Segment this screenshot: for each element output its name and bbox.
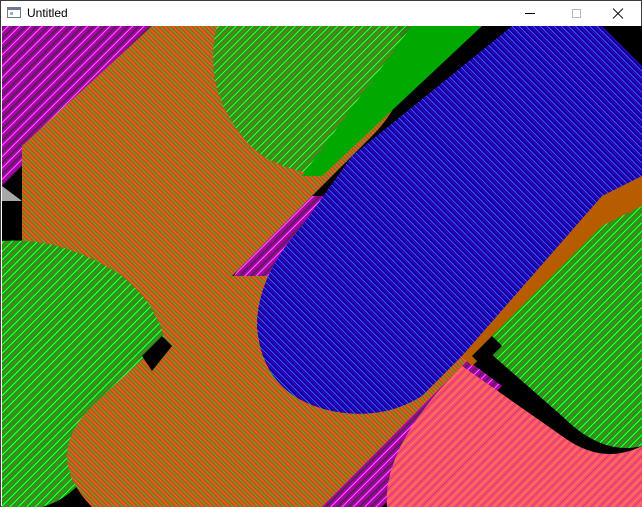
maximize-icon	[571, 9, 581, 18]
drawing-canvas[interactable]	[2, 26, 642, 507]
app-window-icon	[7, 7, 21, 18]
minimize-icon	[525, 13, 535, 14]
window-title: Untitled	[27, 6, 68, 20]
close-button[interactable]	[595, 1, 641, 26]
minimize-button[interactable]	[507, 1, 553, 26]
title-bar[interactable]: Untitled	[1, 1, 641, 26]
app-window: Untitled	[0, 0, 642, 507]
close-icon	[612, 8, 624, 20]
maximize-button[interactable]	[553, 1, 599, 26]
render-output	[2, 26, 642, 507]
